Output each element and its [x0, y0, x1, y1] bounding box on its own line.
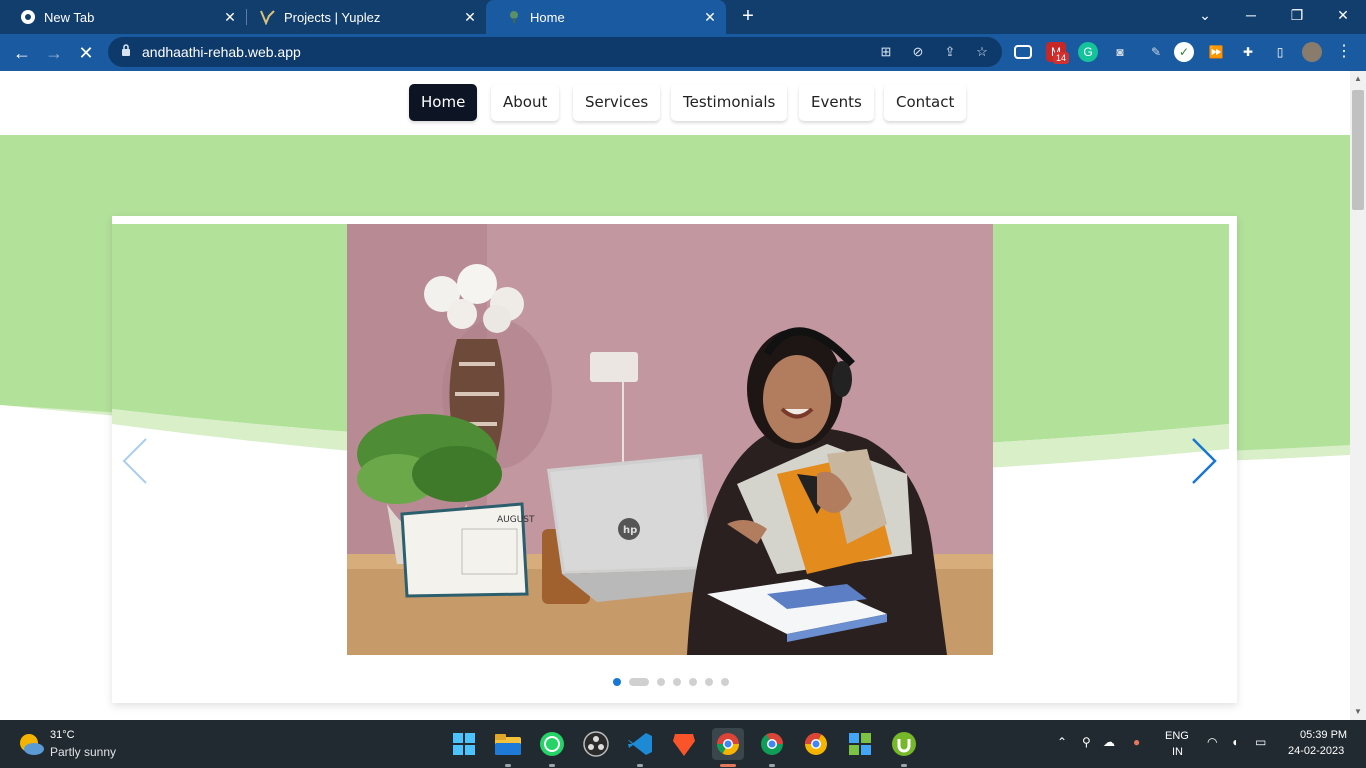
yuplez-icon — [260, 9, 276, 25]
weather-partly-sunny-icon[interactable] — [18, 732, 44, 756]
close-tab-icon[interactable]: ✕ — [220, 9, 240, 26]
start-windows-icon[interactable] — [448, 728, 480, 760]
forward-arrow-icon[interactable]: → — [40, 39, 68, 67]
windows-taskbar: 31°C Partly sunny ⌃ ⚲ ☁ ● ENG IN ◠ ◖ ▭ 0… — [0, 720, 1366, 768]
carousel-dot[interactable] — [673, 678, 681, 686]
brave-browser-icon[interactable] — [668, 728, 700, 760]
carousel-next-arrow-icon[interactable] — [1189, 436, 1219, 486]
hero-photo: AUGUST hp — [347, 224, 993, 655]
picture-in-picture-icon[interactable] — [1014, 45, 1032, 59]
close-window-button[interactable]: ✕ — [1320, 0, 1366, 30]
notification-badge: 14 — [1053, 52, 1069, 64]
file-explorer-icon[interactable] — [492, 728, 524, 760]
nav-contact[interactable]: Contact — [884, 84, 967, 121]
address-bar[interactable]: andhaathi-rehab.web.app ⊞ ⊘ ⇪ ☆ — [108, 37, 1002, 67]
active-indicator — [720, 764, 736, 767]
nav-about[interactable]: About — [491, 84, 560, 121]
chrome-taskbar-icon[interactable] — [712, 728, 744, 760]
new-tab-button[interactable]: + — [736, 5, 760, 29]
carousel-dot[interactable] — [689, 678, 697, 686]
close-tab-icon[interactable]: ✕ — [460, 9, 480, 26]
grammarly-icon[interactable]: G — [1078, 42, 1098, 62]
nav-home[interactable]: Home — [409, 84, 478, 121]
extensions-puzzle-icon[interactable]: ✚ — [1238, 42, 1258, 62]
nav-services[interactable]: Services — [573, 84, 661, 121]
running-indicator — [549, 764, 555, 767]
obs-studio-icon[interactable] — [580, 728, 612, 760]
running-indicator — [505, 764, 511, 767]
battery-icon[interactable]: ▭ — [1255, 735, 1266, 749]
stop-loading-icon[interactable]: ✕ — [72, 39, 100, 67]
fast-forward-icon[interactable]: ⏩ — [1206, 42, 1226, 62]
weather-temperature[interactable]: 31°C — [50, 729, 75, 741]
hero-section: AUGUST hp — [0, 135, 1350, 720]
chrome-canary-icon[interactable] — [800, 728, 832, 760]
tab-strip: New Tab ✕ Projects | Yuplez ✕ Home ✕ + ⌄… — [0, 0, 1366, 34]
language-primary[interactable]: ENG — [1165, 730, 1189, 742]
running-indicator — [769, 764, 775, 767]
carousel-prev-arrow-icon[interactable] — [120, 436, 150, 486]
browser-toolbar: ← → ✕ andhaathi-rehab.web.app ⊞ ⊘ ⇪ ☆ M … — [0, 34, 1366, 71]
carousel-dot[interactable] — [705, 678, 713, 686]
carousel-dot[interactable] — [613, 678, 621, 686]
tab-title: Projects | Yuplez — [284, 9, 381, 25]
whatsapp-icon[interactable] — [536, 728, 568, 760]
back-arrow-icon[interactable]: ← — [8, 39, 36, 67]
web-page: Home About Services Testimonials Events … — [0, 71, 1350, 720]
image-carousel: AUGUST hp — [112, 216, 1237, 703]
share-icon[interactable]: ⇪ — [942, 44, 958, 60]
vscode-icon[interactable] — [624, 728, 656, 760]
scroll-up-arrow-icon[interactable]: ▲ — [1350, 71, 1366, 87]
scroll-down-arrow-icon[interactable]: ▼ — [1350, 704, 1366, 720]
site-navbar: Home About Services Testimonials Events … — [0, 71, 1350, 135]
laptop-logo-text: hp — [623, 525, 637, 536]
microphone-icon[interactable]: ● — [1133, 735, 1140, 749]
chrome-icon — [20, 9, 36, 25]
running-indicator — [637, 764, 643, 767]
calendar-month-text: AUGUST — [497, 515, 535, 525]
utorrent-icon[interactable] — [888, 728, 920, 760]
more-menu-icon[interactable]: ⋮ — [1334, 42, 1354, 62]
show-hidden-icons-chevron-icon[interactable]: ⌃ — [1057, 735, 1067, 749]
eye-slash-icon[interactable]: ⊘ — [910, 44, 926, 60]
chrome-profile-icon[interactable] — [756, 728, 788, 760]
tab-title: Home — [530, 9, 565, 25]
bookmark-star-icon[interactable]: ☆ — [974, 44, 990, 60]
puzzle-app-icon[interactable] — [844, 728, 876, 760]
microphone-muted-icon[interactable]: ⚲ — [1082, 735, 1091, 749]
side-panel-icon[interactable]: ▯ — [1270, 42, 1290, 62]
carousel-dot[interactable] — [657, 678, 665, 686]
restore-button[interactable]: ❐ — [1274, 0, 1320, 30]
close-tab-icon[interactable]: ✕ — [700, 9, 720, 26]
carousel-dot[interactable] — [629, 678, 649, 686]
site-favicon — [506, 9, 522, 25]
scrollbar-thumb[interactable] — [1352, 90, 1364, 210]
tab-projects-yuplez[interactable]: Projects | Yuplez ✕ — [240, 0, 486, 34]
lock-icon[interactable] — [118, 44, 134, 60]
tab-search-chevron-icon[interactable]: ⌄ — [1182, 0, 1228, 30]
onedrive-cloud-icon[interactable]: ☁ — [1103, 735, 1115, 749]
minimize-button[interactable]: ─ — [1228, 0, 1274, 30]
extension-circle-icon[interactable]: ✓ — [1174, 42, 1194, 62]
nav-testimonials[interactable]: Testimonials — [671, 84, 788, 121]
carousel-dot[interactable] — [721, 678, 729, 686]
color-picker-icon[interactable]: ✎ — [1146, 42, 1166, 62]
translate-icon[interactable]: ⊞ — [878, 44, 894, 60]
volume-icon[interactable]: ◖ — [1231, 735, 1238, 749]
nav-events[interactable]: Events — [799, 84, 874, 121]
running-indicator — [901, 764, 907, 767]
clock-date[interactable]: 24-02-2023 — [1288, 745, 1344, 757]
profile-avatar[interactable] — [1302, 42, 1322, 62]
tab-title: New Tab — [44, 9, 95, 25]
tab-new-tab[interactable]: New Tab ✕ — [0, 0, 246, 34]
tab-home[interactable]: Home ✕ — [486, 0, 726, 34]
clock-time[interactable]: 05:39 PM — [1300, 729, 1347, 741]
url-text: andhaathi-rehab.web.app — [142, 44, 301, 60]
language-region[interactable]: IN — [1172, 746, 1183, 758]
wifi-icon[interactable]: ◠ — [1207, 735, 1217, 749]
camera-icon[interactable]: ◙ — [1110, 42, 1130, 62]
weather-description[interactable]: Partly sunny — [50, 745, 116, 759]
